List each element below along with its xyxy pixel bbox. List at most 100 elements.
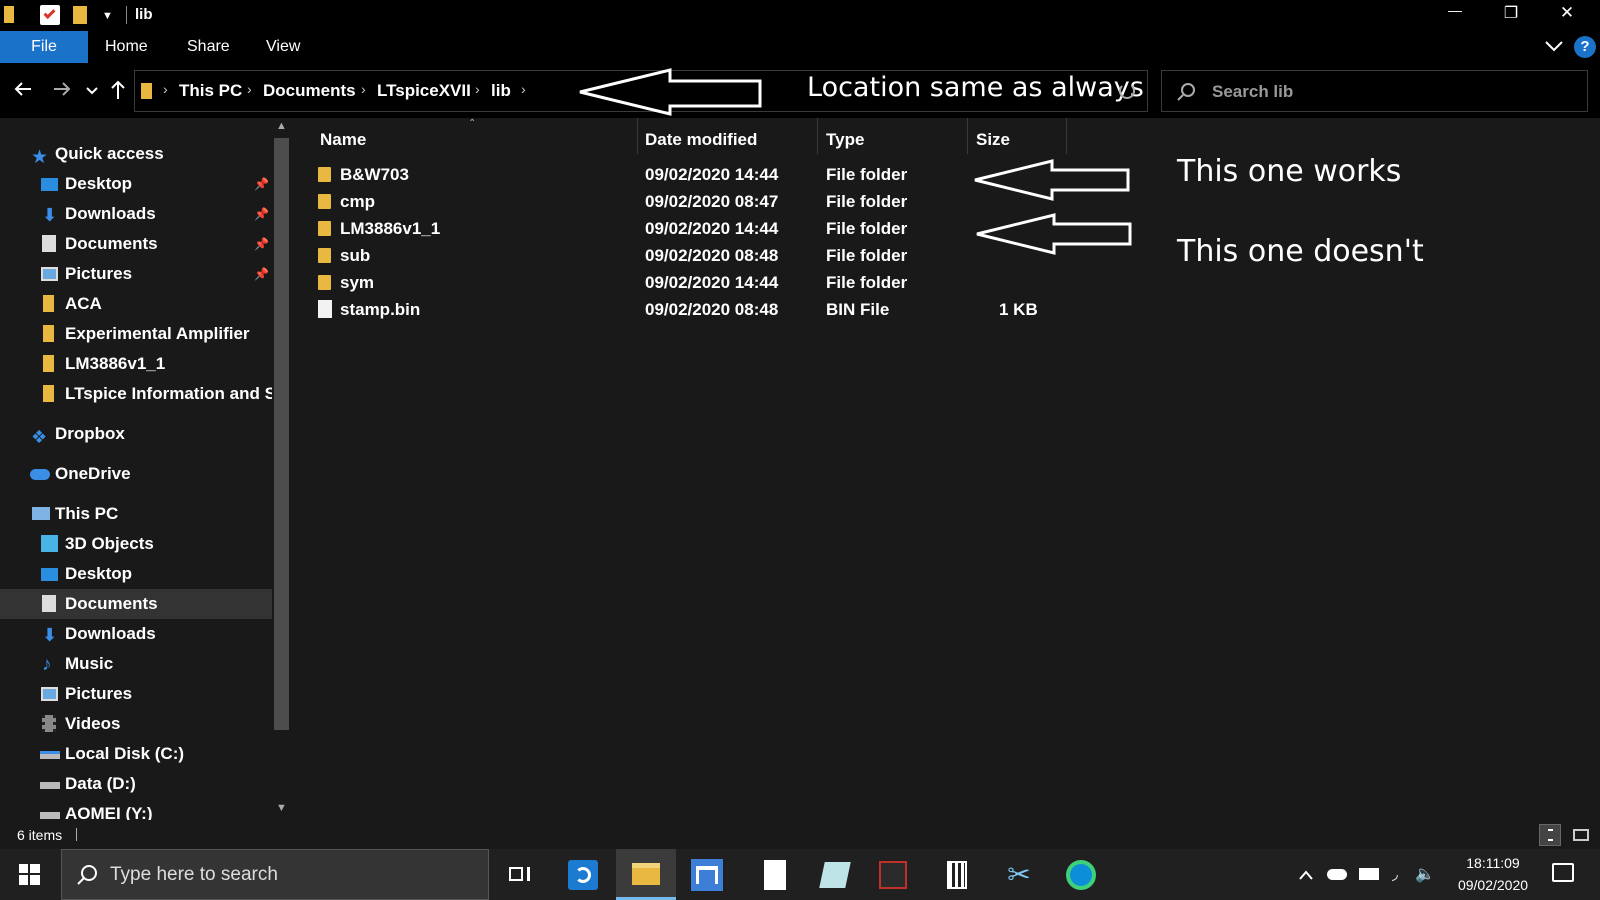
edge-browser-icon[interactable] (1064, 858, 1098, 892)
recent-locations-chevron-icon[interactable] (86, 83, 98, 101)
refresh-icon[interactable] (1119, 83, 1135, 99)
expand-ribbon-chevron-icon[interactable] (1544, 39, 1564, 53)
taskbar-search-box[interactable]: Type here to search (61, 849, 489, 900)
scroll-up-arrow-icon[interactable]: ▲ (276, 120, 287, 132)
folder-icon (43, 325, 54, 342)
column-header-size[interactable]: Size (976, 125, 1010, 155)
up-arrow-icon[interactable] (108, 79, 128, 106)
sidebar-item-experimental-amplifier[interactable]: Experimental Amplifier (0, 319, 272, 349)
folder-icon (43, 295, 54, 312)
show-hidden-icons-chevron-icon[interactable] (1298, 868, 1314, 886)
sidebar-item-3d-objects[interactable]: 3D Objects (0, 529, 272, 559)
sidebar-item-videos[interactable]: Videos (0, 709, 272, 739)
sidebar-item-pictures[interactable]: Pictures 📌 (0, 259, 272, 289)
sidebar-item-this-pc[interactable]: This PC (0, 499, 272, 529)
sidebar-item-aca[interactable]: ACA (0, 289, 272, 319)
sidebar-item-pc-desktop[interactable]: Desktop (0, 559, 272, 589)
sidebar-item-ltspice-information[interactable]: LTspice Information and S (0, 379, 272, 409)
pdf-app-icon[interactable] (876, 858, 910, 892)
column-header-name[interactable]: Name (320, 125, 366, 155)
sidebar-item-music[interactable]: ♪ Music (0, 649, 272, 679)
sidebar-scrollbar[interactable]: ▲ ▼ (272, 118, 292, 820)
sidebar-item-pc-documents[interactable]: Documents (0, 589, 272, 619)
table-row[interactable]: stamp.bin 09/02/2020 08:48 BIN File 1 KB (312, 296, 1072, 323)
windows-start-icon[interactable] (19, 864, 40, 885)
file-name: cmp (340, 192, 375, 211)
sidebar-item-quick-access[interactable]: ★ Quick access (0, 139, 272, 169)
pin-icon[interactable]: 📌 (254, 259, 269, 289)
sidebar-item-dropbox[interactable]: ❖ Dropbox (0, 419, 272, 449)
large-icons-view-button[interactable] (1570, 824, 1592, 846)
table-row[interactable]: LM3886v1_1 09/02/2020 14:44 File folder (312, 215, 1072, 242)
restore-button[interactable]: ❐ (1496, 3, 1526, 23)
pin-icon[interactable]: 📌 (254, 229, 269, 259)
sync-app-icon[interactable] (566, 858, 600, 892)
column-divider (967, 118, 968, 154)
help-button[interactable]: ? (1574, 36, 1596, 58)
doesnt-annotation: This one doesn't (1177, 234, 1424, 269)
details-view-button[interactable] (1539, 824, 1561, 846)
calculator-icon[interactable] (940, 858, 974, 892)
pin-icon[interactable]: 📌 (254, 199, 269, 229)
search-icon (1176, 82, 1196, 107)
bank-app-icon[interactable] (690, 858, 724, 892)
navigation-pane: ★ Quick access Desktop 📌 ⬇ Downloads 📌 D… (0, 118, 292, 820)
task-view-icon[interactable] (503, 858, 537, 892)
forward-arrow-icon[interactable] (52, 79, 72, 104)
table-row[interactable]: sym 09/02/2020 14:44 File folder (312, 269, 1072, 296)
pin-icon[interactable]: 📌 (254, 169, 269, 199)
file-explorer-taskbar-button[interactable] (616, 849, 676, 900)
sidebar-item-lm3886v1-1[interactable]: LM3886v1_1 (0, 349, 272, 379)
breadcrumb-ltspicexvii[interactable]: LTspiceXVII (377, 81, 471, 101)
properties-icon[interactable] (40, 5, 60, 25)
sidebar-item-onedrive[interactable]: OneDrive (0, 459, 272, 489)
clock-date[interactable]: 09/02/2020 (1449, 877, 1537, 893)
tab-home[interactable]: Home (105, 31, 148, 63)
sidebar-item-desktop[interactable]: Desktop 📌 (0, 169, 272, 199)
file-name: sym (340, 273, 375, 292)
table-row[interactable]: sub 09/02/2020 08:48 File folder (312, 242, 1072, 269)
sidebar-item-local-disk-c[interactable]: Local Disk (C:) (0, 739, 272, 769)
sidebar-item-pc-downloads[interactable]: ⬇ Downloads (0, 619, 272, 649)
ltspice-icon[interactable] (818, 858, 852, 892)
customize-toolbar-chevron-icon[interactable]: ▼ (102, 10, 116, 24)
notepad-icon[interactable] (758, 858, 792, 892)
taskbar-search-input[interactable]: Type here to search (110, 864, 278, 886)
download-arrow-icon: ⬇ (42, 625, 58, 645)
sidebar-item-downloads[interactable]: ⬇ Downloads 📌 (0, 199, 272, 229)
minimize-button[interactable]: — (1440, 2, 1470, 18)
volume-icon[interactable]: 🔈 (1415, 864, 1435, 884)
tab-share[interactable]: Share (187, 31, 230, 63)
clock-time[interactable]: 18:11:09 (1449, 855, 1537, 871)
sidebar-item-pc-pictures[interactable]: Pictures (0, 679, 272, 709)
search-box[interactable]: Search lib (1161, 70, 1588, 112)
breadcrumb-documents[interactable]: Documents (263, 81, 356, 101)
drive-icon (40, 751, 60, 759)
scroll-down-arrow-icon[interactable]: ▼ (276, 802, 287, 814)
breadcrumb-this-pc[interactable]: This PC (179, 81, 242, 101)
tab-file[interactable]: File (0, 31, 88, 63)
action-center-icon[interactable] (1552, 863, 1574, 882)
column-header-date-modified[interactable]: Date modified (645, 125, 757, 155)
column-divider (1066, 118, 1067, 154)
film-icon (42, 715, 56, 732)
column-header-type[interactable]: Type (826, 125, 864, 155)
sidebar-item-documents[interactable]: Documents 📌 (0, 229, 272, 259)
table-row[interactable]: cmp 09/02/2020 08:47 File folder (312, 188, 1072, 215)
breadcrumb-lib[interactable]: lib (491, 81, 511, 101)
scrollbar-thumb[interactable] (274, 138, 289, 730)
file-date: 09/02/2020 14:44 (645, 273, 779, 292)
sidebar-item-data-d[interactable]: Data (D:) (0, 769, 272, 799)
new-folder-icon[interactable] (73, 6, 87, 24)
onedrive-tray-icon[interactable] (1327, 869, 1347, 880)
wifi-icon[interactable]: ◞ (1392, 865, 1398, 883)
table-row[interactable]: B&W703 09/02/2020 14:44 File folder (312, 161, 1072, 188)
snipping-tool-icon[interactable]: ✂ (1002, 858, 1036, 892)
battery-icon[interactable] (1359, 868, 1379, 880)
search-input[interactable]: Search lib (1212, 82, 1293, 102)
tab-view[interactable]: View (266, 31, 300, 63)
sort-ascending-icon: ⌃ (468, 118, 477, 129)
back-arrow-icon[interactable] (13, 79, 33, 104)
close-button[interactable]: ✕ (1552, 3, 1582, 23)
sidebar-item-aomei-y[interactable]: AOMEI (Y:) (0, 799, 272, 820)
